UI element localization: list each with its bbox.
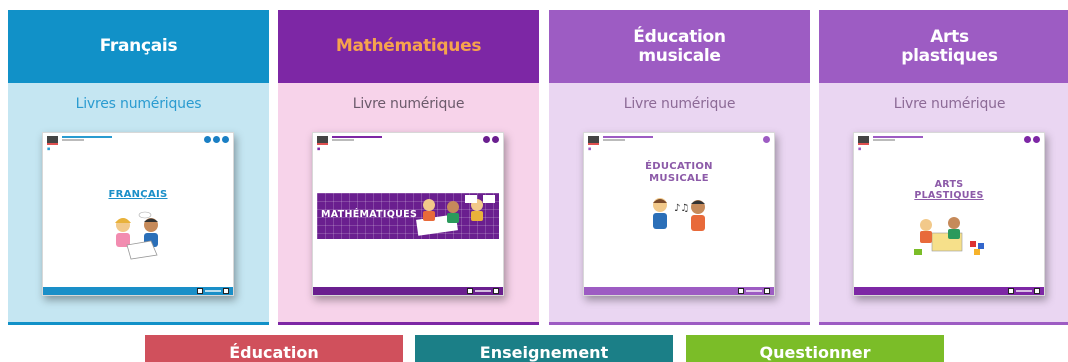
card-bottom-bar [278, 322, 539, 325]
enseignement-button-label: Enseignement [479, 343, 609, 362]
settings-icon[interactable] [492, 136, 499, 143]
next-page-icon[interactable] [764, 288, 770, 294]
card-francais-title: Français [99, 36, 178, 56]
page: Français Livres numériques ◼ FRANÇAIS Ma… [0, 0, 1068, 362]
book-controls [204, 136, 229, 143]
settings-icon[interactable] [1033, 136, 1040, 143]
prev-page-icon[interactable] [1008, 288, 1014, 294]
card-bottom-bar [819, 322, 1068, 325]
card-mathematiques-title: Mathématiques [335, 36, 482, 56]
next-page-icon[interactable] [493, 288, 499, 294]
card-arts-plastiques-header[interactable]: Arts plastiques [819, 10, 1068, 83]
page-indicator [1016, 290, 1032, 292]
card-bottom-bar [8, 322, 269, 325]
card-arts-plastiques-title-line2: plastiques [901, 45, 998, 66]
book-header-line [873, 136, 923, 138]
book-cover-title-line2: PLASTIQUES [914, 190, 984, 201]
education-button-label: Éducation [229, 343, 319, 362]
book-cover-banner: MATHÉMATIQUES [317, 193, 499, 239]
home-icon[interactable]: ◼ [588, 146, 591, 151]
children-reading-illustration [115, 211, 158, 260]
book-cover-title-line1: ARTS [934, 179, 964, 190]
card-mathematiques-subtitle[interactable]: Livre numérique [278, 96, 539, 112]
home-icon[interactable]: ◼ [47, 146, 50, 151]
education-button[interactable]: Éducation [145, 335, 403, 362]
book-header-line [603, 139, 625, 141]
book-header-line [873, 139, 895, 141]
card-francais-header[interactable]: Français [8, 10, 269, 83]
prev-page-icon[interactable] [467, 288, 473, 294]
children-math-illustration [416, 195, 495, 236]
info-icon[interactable] [222, 136, 229, 143]
questionner-button[interactable]: Questionner [686, 335, 944, 362]
logo-icon [858, 136, 869, 145]
help-icon[interactable] [1024, 136, 1031, 143]
card-mathematiques-body: Livre numérique ◼ MATHÉMATIQUES [278, 83, 539, 325]
logo-icon [47, 136, 58, 145]
book-header-line [332, 139, 354, 141]
logo-icon [317, 136, 328, 145]
book-cover-title: ARTS PLASTIQUES [854, 179, 1044, 201]
page-indicator [205, 290, 221, 292]
card-education-musicale[interactable]: Éducation musicale Livre numérique ◼ ÉDU… [549, 10, 810, 325]
book-header-line [62, 136, 112, 138]
card-education-musicale-subtitle[interactable]: Livre numérique [549, 96, 810, 112]
card-arts-plastiques-subtitle[interactable]: Livre numérique [819, 96, 1068, 112]
book-controls [483, 136, 499, 143]
prev-page-icon[interactable] [738, 288, 744, 294]
help-icon[interactable] [204, 136, 211, 143]
book-cover-title-line1: ÉDUCATION [645, 161, 713, 172]
book-cover-arts-plastiques[interactable]: ◼ ARTS PLASTIQUES [853, 132, 1045, 296]
book-controls [763, 136, 770, 143]
book-cover-title: ÉDUCATION MUSICALE [584, 161, 774, 185]
card-education-musicale-header[interactable]: Éducation musicale [549, 10, 810, 83]
children-painting-illustration [914, 217, 984, 255]
help-icon[interactable] [763, 136, 770, 143]
book-controls [1024, 136, 1040, 143]
book-cover-education-musicale[interactable]: ◼ ÉDUCATION MUSICALE ♪♫ [583, 132, 775, 296]
book-header-line [332, 136, 382, 138]
help-icon[interactable] [483, 136, 490, 143]
book-cover-title: MATHÉMATIQUES [321, 209, 418, 220]
prev-page-icon[interactable] [197, 288, 203, 294]
card-francais-subtitle[interactable]: Livres numériques [8, 96, 269, 112]
book-footer [854, 287, 1044, 295]
children-music-illustration: ♪♫ [653, 198, 705, 231]
svg-text:♪♫: ♪♫ [674, 203, 689, 214]
settings-icon[interactable] [213, 136, 220, 143]
card-education-musicale-title-line2: musicale [638, 45, 721, 66]
book-footer [313, 287, 503, 295]
card-education-musicale-body: Livre numérique ◼ ÉDUCATION MUSICALE ♪♫ [549, 83, 810, 325]
logo-icon [588, 136, 599, 145]
card-mathematiques-header[interactable]: Mathématiques [278, 10, 539, 83]
book-footer [43, 287, 233, 295]
next-page-icon[interactable] [223, 288, 229, 294]
book-footer [584, 287, 774, 295]
next-page-icon[interactable] [1034, 288, 1040, 294]
book-cover-francais[interactable]: ◼ FRANÇAIS [42, 132, 234, 296]
enseignement-button[interactable]: Enseignement [415, 335, 673, 362]
card-arts-plastiques[interactable]: Arts plastiques Livre numérique ◼ ARTS P… [819, 10, 1068, 325]
home-icon[interactable]: ◼ [858, 146, 861, 151]
card-arts-plastiques-body: Livre numérique ◼ ARTS PLASTIQUES [819, 83, 1068, 325]
book-cover-title-line2: MUSICALE [649, 173, 709, 184]
card-francais-body: Livres numériques ◼ FRANÇAIS [8, 83, 269, 325]
card-bottom-bar [549, 322, 810, 325]
home-icon[interactable]: ◼ [317, 146, 320, 151]
page-indicator [475, 290, 491, 292]
book-header-line [62, 139, 84, 141]
questionner-button-label: Questionner [759, 343, 871, 362]
book-cover-title: FRANÇAIS [108, 189, 168, 200]
book-cover-mathematiques[interactable]: ◼ MATHÉMATIQUES [312, 132, 504, 296]
card-arts-plastiques-title-line1: Arts [930, 26, 969, 47]
book-header-line [603, 136, 653, 138]
page-indicator [746, 290, 762, 292]
card-mathematiques[interactable]: Mathématiques Livre numérique ◼ MATHÉMAT… [278, 10, 539, 325]
card-education-musicale-title-line1: Éducation [633, 26, 726, 47]
card-francais[interactable]: Français Livres numériques ◼ FRANÇAIS [8, 10, 269, 325]
